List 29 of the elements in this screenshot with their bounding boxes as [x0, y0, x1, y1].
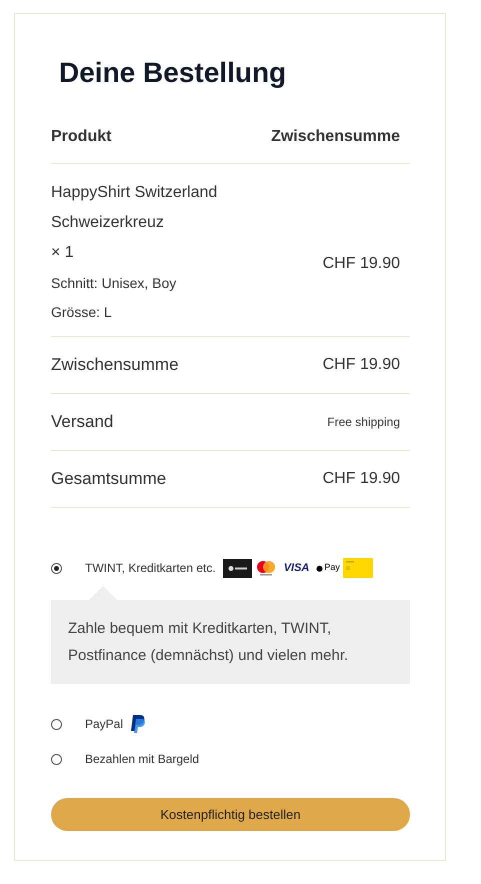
- visa-logo: VISA: [282, 560, 310, 576]
- total-label: Zwischensumme: [51, 354, 179, 376]
- total-value: CHF 19.90: [322, 469, 400, 489]
- total-label: Versand: [51, 411, 114, 434]
- total-value: CHF 19.90: [322, 355, 400, 375]
- apple-pay-logo: Pay: [316, 561, 340, 575]
- product-attribute: Grösse: L: [51, 303, 113, 322]
- mastercard-logo-icon: [254, 559, 277, 577]
- twint-logo-icon: [222, 558, 252, 578]
- column-header: Zwischensumme: [271, 127, 400, 147]
- place-order-button[interactable]: Kostenpflichtig bestellen: [51, 798, 410, 831]
- order-title: Deine Bestellung: [59, 59, 288, 87]
- product-attribute: Schnitt: Unisex, Boy: [51, 274, 178, 293]
- product-quantity: × 1: [51, 243, 75, 263]
- radio-button[interactable]: [51, 562, 62, 574]
- radio-button[interactable]: [51, 754, 62, 764]
- product-price: CHF 19.90: [322, 254, 400, 274]
- payment-description: Zahle bequem mit Kreditkarten, TWINT, Postfinance (demnächst) und vielen mehr.: [51, 600, 410, 684]
- product-name: HappyShirt Switzerland: [51, 183, 218, 203]
- payment-card-icon: [342, 558, 373, 578]
- total-value: Free shipping: [327, 414, 400, 431]
- column-header: Produkt: [51, 127, 112, 147]
- payment-method-label: TWINT, Kreditkarten etc.: [85, 560, 216, 577]
- paypal-logo-icon: [130, 714, 146, 734]
- total-label: Gesamtsumme: [51, 468, 166, 490]
- payment-method-label: PayPal: [85, 716, 124, 733]
- radio-button[interactable]: [51, 718, 62, 730]
- payment-method-label: Bezahlen mit Bargeld: [85, 751, 200, 768]
- product-name: Schweizerkreuz: [51, 213, 165, 233]
